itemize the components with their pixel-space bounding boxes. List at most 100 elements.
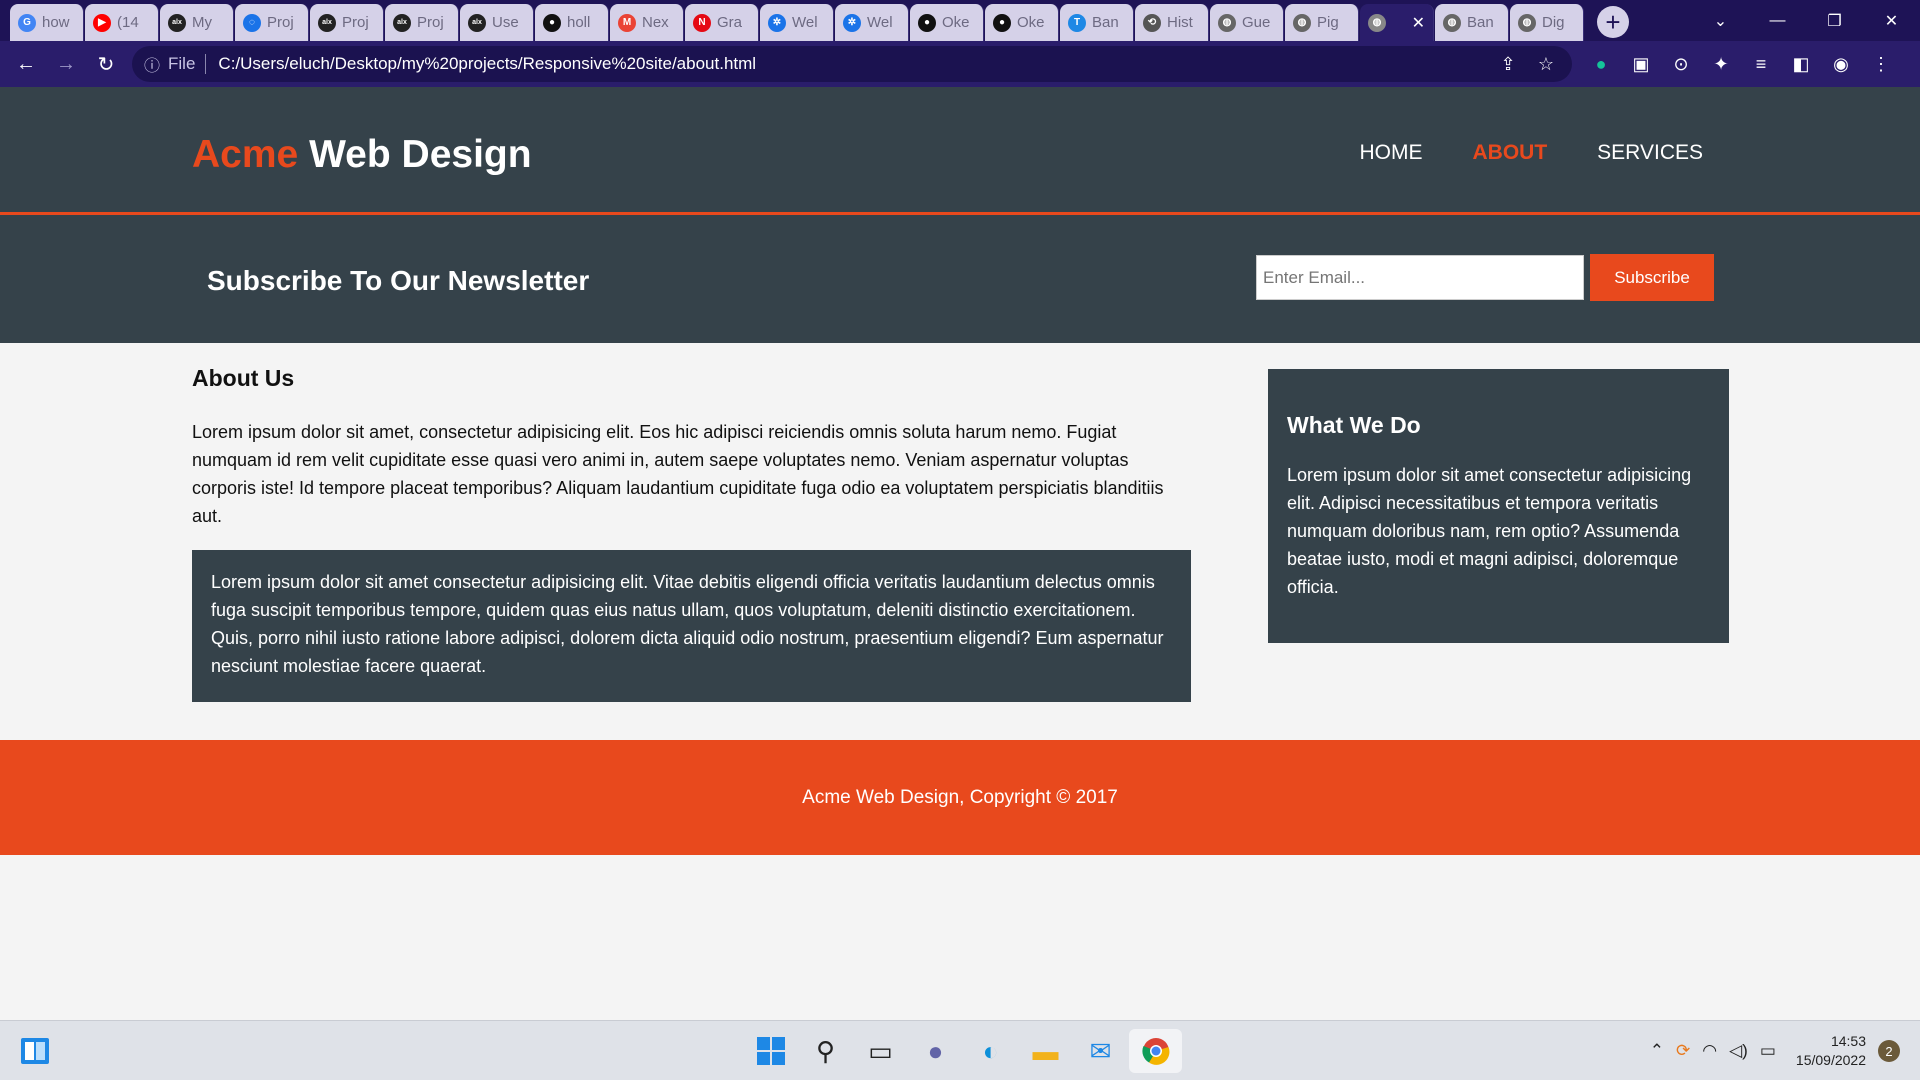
tab-title: Nex xyxy=(642,14,669,31)
notification-badge[interactable]: 2 xyxy=(1878,1040,1900,1062)
clock[interactable]: 14:53 15/09/2022 xyxy=(1796,1032,1866,1070)
bank-icon: T xyxy=(1068,13,1086,32)
taskbar-apps: ⚲ ▭ ● ◐ ▬ ✉ xyxy=(744,1029,1182,1073)
tab-title: Oke xyxy=(942,14,970,31)
browser-tab[interactable]: N Gra xyxy=(685,4,759,41)
tab-title: Dig xyxy=(1542,14,1565,31)
globe-icon: ◍ xyxy=(1368,13,1386,32)
sync-icon[interactable]: ⟳ xyxy=(1676,1041,1690,1061)
mail-icon[interactable]: ✉ xyxy=(1074,1029,1127,1073)
browser-tab[interactable]: ◍ Pig xyxy=(1285,4,1359,41)
browser-tab[interactable]: ◌ Proj xyxy=(235,4,309,41)
media-control-icon[interactable]: ≡ xyxy=(1742,46,1780,82)
chrome-icon[interactable] xyxy=(1129,1029,1182,1073)
back-icon[interactable]: ← xyxy=(6,44,46,84)
show-hidden-icons-icon[interactable]: ⌃ xyxy=(1650,1041,1664,1061)
forward-icon[interactable]: → xyxy=(46,44,86,84)
github-icon: ● xyxy=(993,13,1011,32)
google-icon: G xyxy=(18,13,36,32)
restore-icon[interactable]: ❐ xyxy=(1806,0,1863,41)
close-tab-icon[interactable]: ✕ xyxy=(1412,13,1425,33)
new-tab-button[interactable]: + xyxy=(1597,6,1629,38)
battery-icon[interactable]: ▭ xyxy=(1760,1041,1776,1061)
browser-tab[interactable]: T Ban xyxy=(1060,4,1134,41)
grammarly-icon[interactable]: ● xyxy=(1582,46,1620,82)
widgets-icon[interactable] xyxy=(20,1037,50,1065)
youtube-icon: ▶ xyxy=(93,13,111,32)
browser-tab[interactable]: ● Oke xyxy=(910,4,984,41)
screen-capture-icon[interactable]: ▣ xyxy=(1622,46,1660,82)
tab-title: Wel xyxy=(792,14,818,31)
task-view-icon[interactable]: ▭ xyxy=(854,1029,907,1073)
volume-icon[interactable]: ◁) xyxy=(1729,1041,1748,1061)
brand-rest: Web Design xyxy=(298,133,532,176)
brand-highlight: Acme xyxy=(192,133,299,176)
browser-tab[interactable]: alx Proj xyxy=(310,4,384,41)
side-panel-icon[interactable]: ◧ xyxy=(1782,46,1820,82)
browser-tab[interactable]: ● Oke xyxy=(985,4,1059,41)
dark-text-box: Lorem ipsum dolor sit amet consectetur a… xyxy=(192,550,1191,702)
tab-title: Hist xyxy=(1167,14,1193,31)
browser-tab[interactable]: ● holl xyxy=(535,4,609,41)
globe-icon: ◍ xyxy=(1218,13,1236,32)
browser-tab[interactable]: M Nex xyxy=(610,4,684,41)
sidebar-heading: What We Do xyxy=(1287,412,1421,438)
edge-icon[interactable]: ◐ xyxy=(964,1029,1017,1073)
tab-title: holl xyxy=(567,14,591,31)
url-text[interactable]: C:/Users/eluch/Desktop/my%20projects/Res… xyxy=(218,54,1484,74)
browser-tab[interactable]: ▶ (14 xyxy=(85,4,159,41)
browser-tab[interactable]: ◍ Gue xyxy=(1210,4,1284,41)
info-icon[interactable]: ⓘ xyxy=(144,52,160,76)
start-icon[interactable] xyxy=(744,1029,797,1073)
site-header: Acme Web Design Home About Services xyxy=(0,87,1920,215)
newsletter-form: Subscribe xyxy=(1256,254,1714,301)
teams-chat-icon[interactable]: ● xyxy=(909,1029,962,1073)
tab-active[interactable]: ◍ ✕ xyxy=(1360,4,1434,41)
browser-tab[interactable]: alx My xyxy=(160,4,234,41)
nav-link-about[interactable]: About xyxy=(1473,141,1548,165)
tab-title: Use xyxy=(492,14,519,31)
web-page: Acme Web Design Home About Services Subscr… xyxy=(0,87,1920,1020)
browser-tab[interactable]: ◍ Ban xyxy=(1435,4,1509,41)
globe-icon: ◍ xyxy=(1518,13,1536,32)
browser-tab[interactable]: alx Use xyxy=(460,4,534,41)
subscribe-button[interactable]: Subscribe xyxy=(1590,254,1714,301)
tab-title: Ban xyxy=(1467,14,1494,31)
file-explorer-icon[interactable]: ▬ xyxy=(1019,1029,1072,1073)
reload-icon[interactable]: ↻ xyxy=(86,44,126,84)
browser-tab[interactable]: ◍ Dig xyxy=(1510,4,1584,41)
browser-tab[interactable]: ⟲ Hist xyxy=(1135,4,1209,41)
browser-tab[interactable]: Ghow xyxy=(10,4,84,41)
close-window-icon[interactable]: ✕ xyxy=(1863,0,1920,41)
share-icon[interactable]: ⇪ xyxy=(1494,54,1522,75)
bookmark-star-icon[interactable]: ☆ xyxy=(1532,54,1560,75)
tab-search-icon[interactable]: ⌄ xyxy=(1692,0,1749,41)
search-icon[interactable]: ⚲ xyxy=(799,1029,852,1073)
download-extension-icon[interactable]: ⊙ xyxy=(1662,46,1700,82)
browser-tab[interactable]: ✲ Wel xyxy=(835,4,909,41)
tab-title: (14 xyxy=(117,14,139,31)
tab-title: Oke xyxy=(1017,14,1045,31)
tab-title: Proj xyxy=(417,14,444,31)
minimize-icon[interactable]: — xyxy=(1749,0,1806,41)
extensions-puzzle-icon[interactable]: ✦ xyxy=(1702,46,1740,82)
menu-kebab-icon[interactable]: ⋮ xyxy=(1862,46,1900,82)
about-heading: About Us xyxy=(192,365,295,391)
netflix-icon: N xyxy=(693,13,711,32)
globe-icon: ◍ xyxy=(1293,13,1311,32)
address-bar[interactable]: ⓘ File C:/Users/eluch/Desktop/my%20proje… xyxy=(132,46,1572,82)
browser-tab[interactable]: alx Proj xyxy=(385,4,459,41)
tab-list: Ghow ▶ (14 alx My ◌ Proj alx Proj alx Proj alx Use ● h… xyxy=(0,4,1585,41)
wifi-icon[interactable]: ◠ xyxy=(1702,1041,1717,1061)
globe-icon: ◍ xyxy=(1443,13,1461,32)
extension-icons: ● ▣ ⊙ ✦ ≡ ◧ ◉ ⋮ xyxy=(1582,46,1900,82)
site-brand[interactable]: Acme Web Design xyxy=(192,133,532,177)
clock-date: 15/09/2022 xyxy=(1795,1052,1866,1068)
email-input[interactable] xyxy=(1256,255,1584,300)
profile-avatar-icon[interactable]: ◉ xyxy=(1822,46,1860,82)
browser-tab[interactable]: ✲ Wel xyxy=(760,4,834,41)
tab-title: how xyxy=(42,14,70,31)
nav-link-home[interactable]: Home xyxy=(1360,141,1423,165)
browser-tab-strip: Ghow ▶ (14 alx My ◌ Proj alx Proj alx Proj alx Use ● h… xyxy=(0,0,1920,41)
nav-link-services[interactable]: Services xyxy=(1597,141,1703,165)
